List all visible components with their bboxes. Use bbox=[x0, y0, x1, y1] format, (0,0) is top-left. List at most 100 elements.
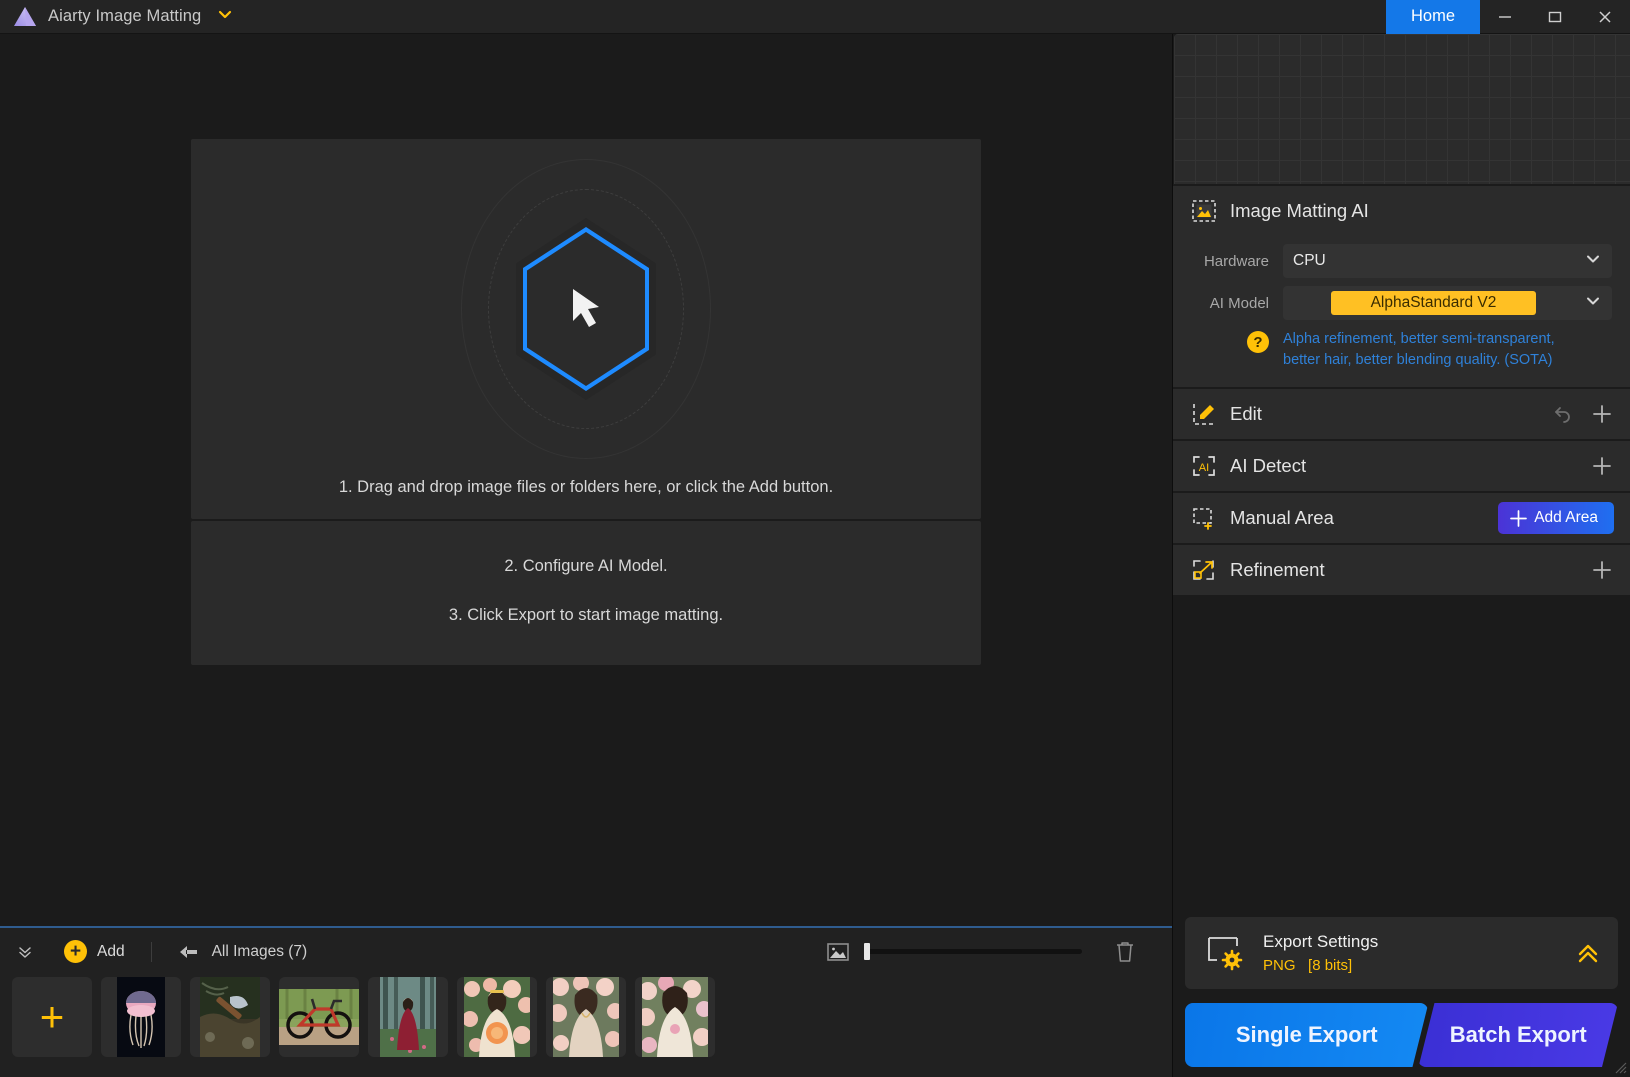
application-window: Aiarty Image Matting Home bbox=[0, 0, 1630, 1077]
manual-area-icon bbox=[1191, 506, 1217, 530]
export-bits: [8 bits] bbox=[1308, 957, 1352, 974]
undo-icon[interactable] bbox=[1550, 402, 1574, 426]
ai-model-value: AlphaStandard V2 bbox=[1331, 291, 1536, 315]
image-matting-icon bbox=[1191, 199, 1217, 223]
ai-model-hint: Alpha refinement, better semi-transparen… bbox=[1283, 329, 1555, 371]
thumbnail-woman-red-dress-forest[interactable] bbox=[368, 977, 448, 1057]
export-settings-button[interactable]: Export Settings PNG [8 bits] bbox=[1185, 917, 1618, 989]
thumbnail-size-slider[interactable] bbox=[864, 949, 1082, 954]
delete-button[interactable] bbox=[1096, 940, 1136, 964]
left-column: 1. Drag and drop image files or folders … bbox=[0, 34, 1172, 1077]
dropzone-upper[interactable]: 1. Drag and drop image files or folders … bbox=[191, 139, 981, 519]
refinement-icon bbox=[1191, 558, 1217, 582]
help-cell: ? bbox=[1191, 329, 1283, 353]
minimize-button[interactable] bbox=[1480, 0, 1530, 34]
thumbnail-axe-in-forest[interactable] bbox=[190, 977, 270, 1057]
minimize-icon bbox=[1495, 7, 1515, 27]
add-area-button[interactable]: Add Area bbox=[1498, 502, 1614, 534]
export-settings-texts: Export Settings PNG [8 bits] bbox=[1263, 932, 1378, 974]
all-images-button[interactable]: All Images (7) bbox=[178, 943, 308, 961]
dropzone-step-2: 2. Configure AI Model. bbox=[504, 557, 667, 576]
edit-pencil-icon bbox=[1191, 402, 1217, 426]
hexagon-cursor-icon bbox=[436, 159, 736, 459]
panel-sections: Image Matting AI Hardware CPU bbox=[1173, 184, 1630, 917]
thumbnail-woman-white-dress-roses[interactable] bbox=[635, 977, 715, 1057]
chevron-down-icon bbox=[1584, 292, 1602, 315]
section-refinement[interactable]: Refinement bbox=[1173, 545, 1630, 595]
thumbnail-mountain-bike[interactable] bbox=[279, 977, 359, 1057]
section-ai-detect[interactable]: AI AI Detect bbox=[1173, 441, 1630, 491]
toolbar-divider bbox=[151, 942, 152, 962]
filmstrip-toolbar: + Add All Images (7) bbox=[0, 928, 1172, 975]
home-button[interactable]: Home bbox=[1386, 0, 1480, 34]
close-button[interactable] bbox=[1580, 0, 1630, 34]
ai-model-label: AI Model bbox=[1191, 295, 1283, 312]
hardware-select[interactable]: CPU bbox=[1283, 244, 1612, 278]
plus-circle-icon: + bbox=[64, 940, 87, 963]
add-label: Add bbox=[97, 943, 125, 961]
ai-model-select[interactable]: AlphaStandard V2 bbox=[1283, 286, 1612, 320]
filmstrip: + Add All Images (7) bbox=[0, 926, 1172, 1077]
arrow-left-icon bbox=[178, 944, 200, 960]
ai-model-hint-line-1: Alpha refinement, better semi-transparen… bbox=[1283, 329, 1555, 350]
plus-icon[interactable] bbox=[1590, 454, 1614, 478]
maximize-button[interactable] bbox=[1530, 0, 1580, 34]
all-images-label: All Images (7) bbox=[212, 943, 308, 961]
batch-export-button[interactable]: Batch Export bbox=[1418, 1003, 1618, 1067]
crosshair-plus-icon bbox=[1510, 510, 1527, 527]
dropzone-step-1: 1. Drag and drop image files or folders … bbox=[191, 478, 981, 519]
dropzone[interactable]: 1. Drag and drop image files or folders … bbox=[191, 139, 981, 665]
add-images-button[interactable]: + Add bbox=[64, 940, 125, 963]
app-brand: Aiarty Image Matting bbox=[0, 5, 233, 29]
section-manual-area[interactable]: Manual Area Add Area bbox=[1173, 493, 1630, 543]
refinement-actions bbox=[1590, 558, 1614, 582]
image-matting-title: Image Matting AI bbox=[1230, 200, 1369, 222]
ai-model-hint-row: ? Alpha refinement, better semi-transpar… bbox=[1191, 329, 1612, 371]
decor-hex-inner bbox=[527, 232, 645, 386]
export-block: Export Settings PNG [8 bits] Single Expo… bbox=[1173, 917, 1630, 1077]
chevron-down-icon bbox=[1584, 250, 1602, 273]
main-body: 1. Drag and drop image files or folders … bbox=[0, 34, 1630, 1077]
single-export-button[interactable]: Single Export bbox=[1185, 1003, 1428, 1067]
question-circle-icon[interactable]: ? bbox=[1247, 331, 1269, 353]
app-logo-icon bbox=[12, 5, 38, 29]
section-image-matting-ai: Image Matting AI Hardware CPU bbox=[1173, 186, 1630, 387]
chevron-double-down-icon bbox=[16, 943, 34, 961]
ai-model-row: AI Model AlphaStandard V2 bbox=[1191, 286, 1612, 320]
chevron-down-icon[interactable] bbox=[217, 6, 233, 27]
image-matting-header: Image Matting AI bbox=[1191, 186, 1612, 236]
window-controls: Home bbox=[1386, 0, 1630, 34]
refinement-title: Refinement bbox=[1230, 559, 1325, 581]
filmstrip-collapse-button[interactable] bbox=[16, 943, 42, 961]
hardware-label: Hardware bbox=[1191, 253, 1283, 270]
title-bar: Aiarty Image Matting Home bbox=[0, 0, 1630, 34]
export-settings-icon bbox=[1205, 934, 1245, 972]
thumbnail-jellyfish[interactable] bbox=[101, 977, 181, 1057]
slider-handle[interactable] bbox=[864, 943, 870, 960]
ai-detect-title: AI Detect bbox=[1230, 455, 1306, 477]
export-settings-collapse-button[interactable] bbox=[1574, 939, 1602, 967]
ai-detect-icon: AI bbox=[1191, 454, 1217, 478]
section-edit[interactable]: Edit bbox=[1173, 389, 1630, 439]
edit-actions bbox=[1550, 402, 1614, 426]
cursor-arrow-icon bbox=[563, 285, 609, 333]
export-settings-title: Export Settings bbox=[1263, 932, 1378, 952]
thumbnail-list: + bbox=[0, 975, 1172, 1077]
dropzone-step-3: 3. Click Export to start image matting. bbox=[449, 606, 723, 625]
manual-area-title: Manual Area bbox=[1230, 507, 1334, 529]
dropzone-lower: 2. Configure AI Model. 3. Click Export t… bbox=[191, 521, 981, 665]
maximize-icon bbox=[1545, 7, 1565, 27]
plus-icon[interactable] bbox=[1590, 402, 1614, 426]
thumbnail-woman-in-rose-garden[interactable] bbox=[546, 977, 626, 1057]
edit-title: Edit bbox=[1230, 403, 1262, 425]
ai-detect-actions bbox=[1590, 454, 1614, 478]
manual-area-actions: Add Area bbox=[1498, 502, 1614, 534]
thumbnail-add[interactable]: + bbox=[12, 977, 92, 1057]
chevron-double-up-icon bbox=[1574, 939, 1602, 967]
ai-model-hint-line-2: better hair, better blending quality. (S… bbox=[1283, 350, 1555, 371]
resize-grip-icon[interactable] bbox=[1611, 1058, 1627, 1074]
plus-icon[interactable] bbox=[1590, 558, 1614, 582]
app-title: Aiarty Image Matting bbox=[48, 7, 201, 26]
filmstrip-right-tools bbox=[826, 940, 1156, 964]
thumbnail-woman-with-peony-bouquet[interactable] bbox=[457, 977, 537, 1057]
